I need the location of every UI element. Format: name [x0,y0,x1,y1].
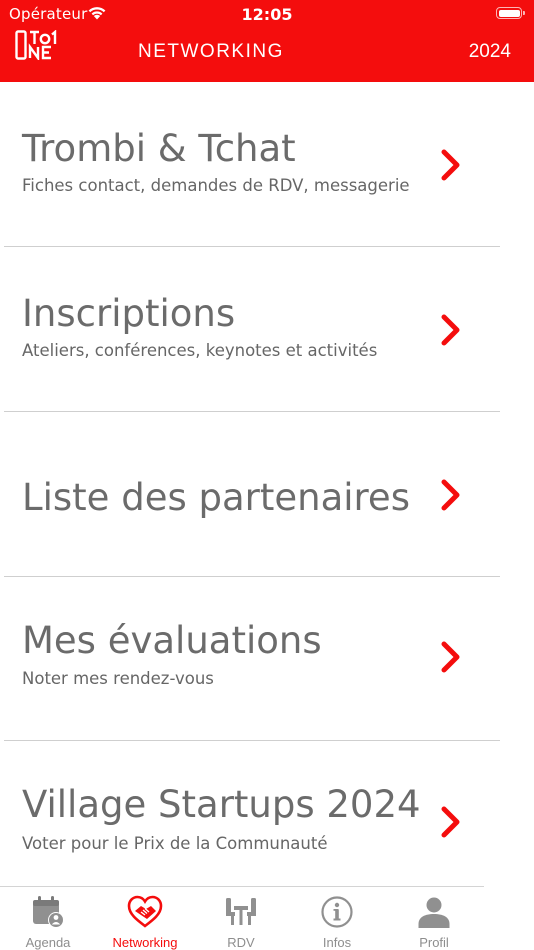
menu-item-title: Liste des partenaires [22,476,410,519]
menu-item-evaluations[interactable]: Mes évaluations Noter mes rendez-vous [0,577,534,741]
app-header: Opérateur 12:05 NETWORKING 2024 [0,0,534,82]
menu-item-title: Trombi & Tchat [22,127,296,170]
menu-item-partenaires[interactable]: Liste des partenaires [0,412,534,576]
tab-label: Infos [322,935,352,950]
tab-bar: Agenda Networking RDV Infos Profil [0,886,534,950]
status-time: 12:05 [241,5,293,24]
tab-bar-border [0,886,484,887]
menu-item-title: Inscriptions [22,292,236,335]
page-title: NETWORKING [138,41,284,62]
person-icon [418,897,450,928]
menu-item-subtitle: Noter mes rendez-vous [22,669,214,688]
networking-menu: Trombi & Tchat Fiches contact, demandes … [0,82,534,902]
handshake-heart-icon [127,895,163,928]
tab-agenda[interactable]: Agenda [0,890,96,950]
divider [4,740,500,741]
menu-item-subtitle: Fiches contact, demandes de RDV, message… [22,176,410,195]
info-circle-icon [321,896,353,928]
menu-item-subtitle: Voter pour le Prix de la Communauté [22,834,328,853]
menu-item-title: Village Startups 2024 [22,783,421,826]
tab-label: RDV [227,935,255,950]
event-year: 2024 [468,41,511,62]
chevron-right-icon [441,314,460,346]
status-bar: Opérateur 12:05 [0,0,534,26]
tab-label: Networking [112,935,178,950]
menu-item-trombi-tchat[interactable]: Trombi & Tchat Fiches contact, demandes … [0,82,534,246]
tab-networking[interactable]: Networking [97,890,193,950]
chevron-right-icon [441,479,460,511]
tab-profil[interactable]: Profil [386,890,482,950]
menu-item-title: Mes évaluations [22,619,322,662]
meeting-table-icon [226,898,256,925]
battery-icon [496,7,525,19]
tab-label: Profil [419,935,449,950]
chevron-right-icon [441,806,460,838]
tab-rdv[interactable]: RDV [193,890,289,950]
tab-label: Agenda [25,935,71,950]
menu-item-village-startups[interactable]: Village Startups 2024 Voter pour le Prix… [0,742,534,906]
calendar-user-icon [33,896,64,928]
chevron-right-icon [441,641,460,673]
chevron-right-icon [441,149,460,181]
tab-infos[interactable]: Infos [289,890,385,950]
to1one-logo [15,30,57,60]
menu-item-inscriptions[interactable]: Inscriptions Ateliers, conférences, keyn… [0,247,534,411]
menu-item-subtitle: Ateliers, conférences, keynotes et activ… [22,341,378,360]
